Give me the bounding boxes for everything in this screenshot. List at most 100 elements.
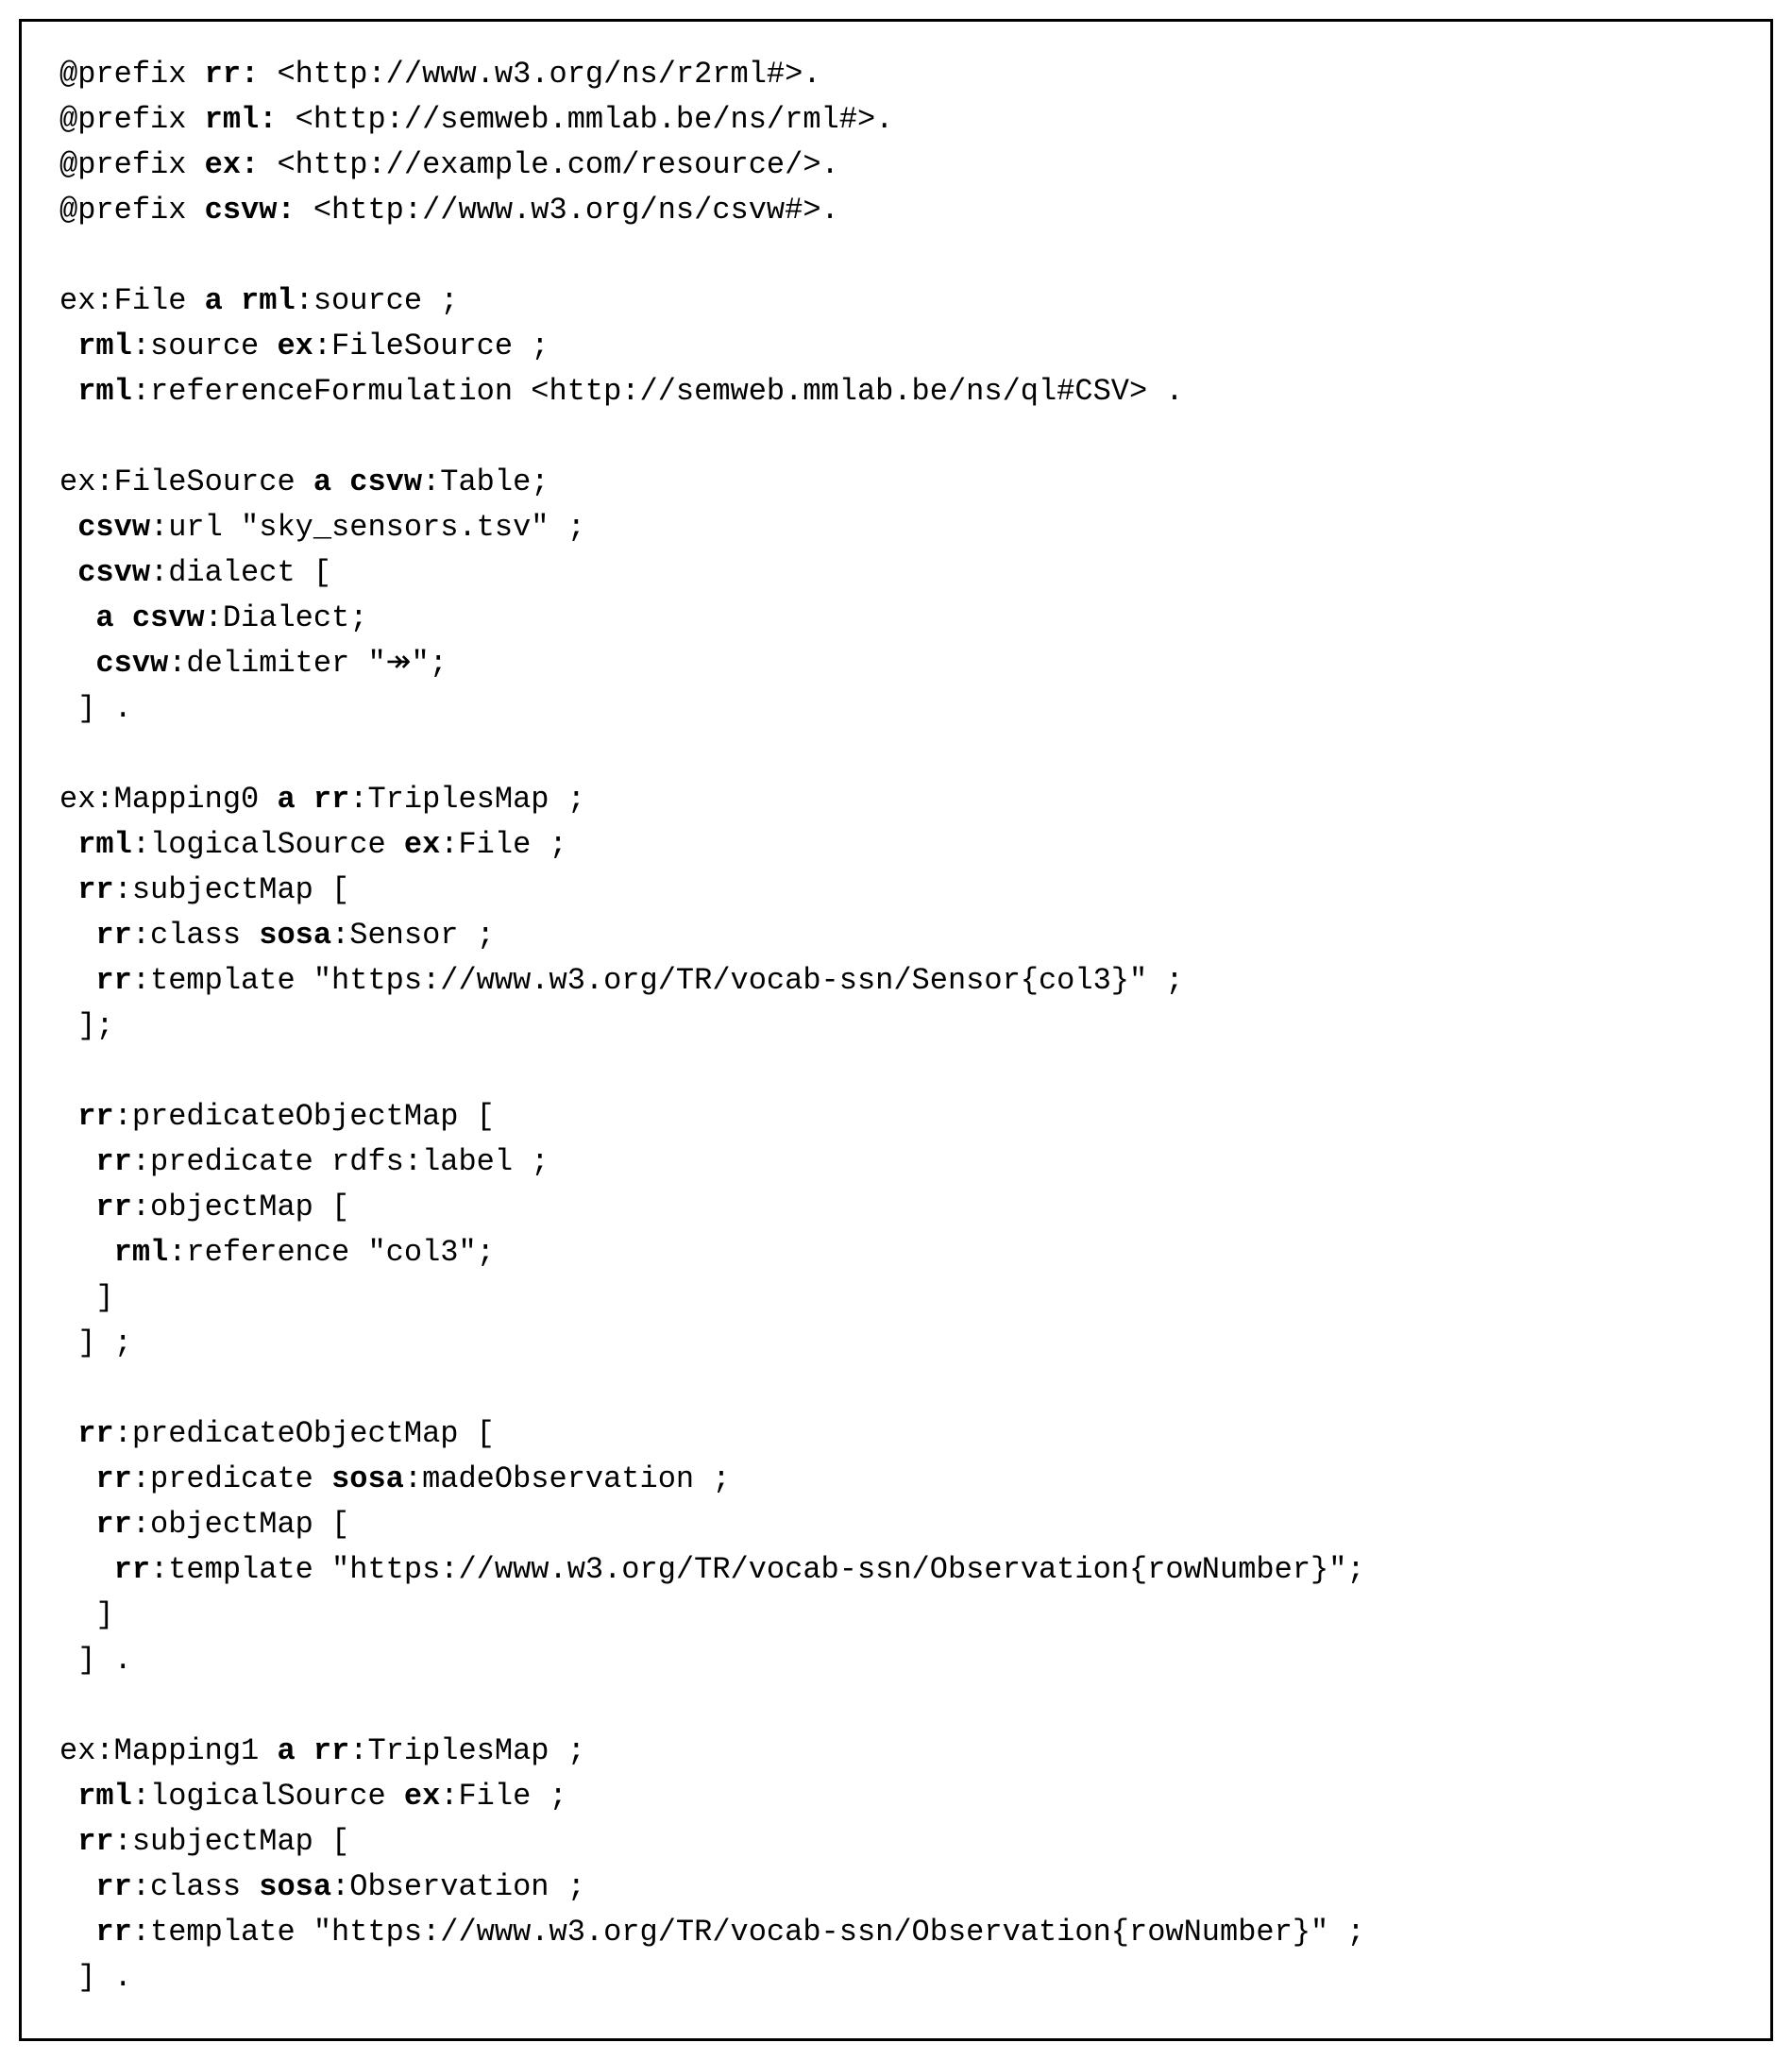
code-kw: rml [241,283,296,318]
code-text: <http://www.w3.org/ns/csvw#>. [296,193,839,228]
prefix-kw: ex: [205,147,260,182]
code-kw: rr [95,1507,131,1542]
code-kw: csvw [77,555,150,590]
code-kw: rr [313,1733,349,1768]
code-text: :predicateObjectMap [ [114,1416,495,1451]
code-text: :url "sky_sensors.tsv" ; [150,510,585,545]
code-line: ] [59,1280,114,1315]
code-text [59,374,77,409]
code-line: rml:logicalSource ex:File ; [59,1779,567,1814]
code-kw: csvw [95,646,168,681]
code-text: :objectMap [ [132,1507,349,1542]
code-text: :subjectMap [ [114,872,350,907]
code-text [59,1235,114,1270]
code-text [59,872,77,907]
code-kw: rr [95,963,131,998]
code-line: ] . [59,1643,132,1678]
code-text: :template "https://www.w3.org/TR/vocab-s… [150,1552,1365,1587]
code-kw: rml [77,329,132,363]
code-kw: a [313,464,331,499]
code-kw: rr [95,1461,131,1496]
code-kw: rml [77,827,132,862]
code-text: ex:File [59,283,205,318]
code-text [59,827,77,862]
code-kw: ex [404,827,440,862]
code-line: ] . [59,1960,132,1995]
code-text: :subjectMap [ [114,1824,350,1859]
prefix-kw: rr: [205,57,260,92]
code-text: <http://example.com/resource/>. [259,147,839,182]
code-text: :Table; [422,464,549,499]
code-line: @prefix ex: <http://example.com/resource… [59,147,839,182]
code-kw: rr [77,1099,113,1134]
code-text: :predicate rdfs:label ; [132,1144,549,1179]
code-text: :TriplesMap ; [349,782,585,817]
code-text [59,1869,95,1904]
code-kw: a [205,283,223,318]
code-text [59,1779,77,1814]
code-line: rr:subjectMap [ [59,872,349,907]
code-text: :objectMap [ [132,1190,349,1224]
code-text: :FileSource ; [313,329,549,363]
code-line: ]; [59,1008,114,1043]
prefix-lead: @prefix [59,193,205,228]
code-line: rr:predicateObjectMap [ [59,1416,495,1451]
code-text: :Sensor ; [331,918,495,953]
code-text: :File ; [440,827,566,862]
code-text [59,646,95,681]
code-text [59,918,95,953]
prefix-lead: @prefix [59,147,205,182]
code-line: ] . [59,691,132,726]
code-line: rr:subjectMap [ [59,1824,349,1859]
code-kw: a [277,1733,295,1768]
code-line: rml:source ex:FileSource ; [59,329,549,363]
code-kw: rml [77,374,132,409]
code-text: :predicateObjectMap [ [114,1099,495,1134]
code-kw: rr [77,872,113,907]
code-kw: ex [277,329,313,363]
code-line: rr:class sosa:Sensor ; [59,918,495,953]
code-text: :Dialect; [205,600,368,635]
code-kw: rr [95,1144,131,1179]
code-text: :Observation ; [331,1869,585,1904]
code-line: ] [59,1597,114,1632]
code-line: rml:logicalSource ex:File ; [59,827,567,862]
code-text: :source ; [296,283,459,318]
code-kw: rr [313,782,349,817]
code-line: csvw:delimiter "↠"; [59,646,448,681]
code-kw: rr [77,1824,113,1859]
code-text: :source [132,329,278,363]
code-line: ex:File a rml:source ; [59,283,458,318]
code-text: ex:Mapping0 [59,782,277,817]
code-line: ex:FileSource a csvw:Table; [59,464,549,499]
code-line: ex:Mapping0 a rr:TriplesMap ; [59,782,585,817]
code-line: ] ; [59,1325,132,1360]
code-text [59,1552,114,1587]
code-line: rr:predicate rdfs:label ; [59,1144,549,1179]
code-listing: @prefix rr: <http://www.w3.org/ns/r2rml#… [19,19,1773,2041]
code-text: :predicate [132,1461,331,1496]
code-text: :madeObservation ; [404,1461,731,1496]
code-line: ex:Mapping1 a rr:TriplesMap ; [59,1733,585,1768]
code-kw: rr [95,918,131,953]
code-text [59,329,77,363]
code-kw: rr [95,1915,131,1950]
code-line: rr:class sosa:Observation ; [59,1869,585,1904]
prefix-kw: rml: [205,102,278,137]
code-kw: rr [95,1190,131,1224]
code-text: :class [132,1869,259,1904]
code-line: rr:objectMap [ [59,1190,349,1224]
code-kw: rml [114,1235,169,1270]
code-line: csvw:url "sky_sensors.tsv" ; [59,510,585,545]
code-kw: sosa [259,918,331,953]
code-line: rr:predicateObjectMap [ [59,1099,495,1134]
code-text: :delimiter "↠"; [168,646,448,681]
code-kw: a [95,600,113,635]
code-text: :dialect [ [150,555,331,590]
code-text [59,510,77,545]
code-kw: ex [404,1779,440,1814]
code-kw: sosa [331,1461,404,1496]
code-text: :reference "col3"; [168,1235,495,1270]
code-line: rr:predicate sosa:madeObservation ; [59,1461,731,1496]
code-kw: rr [95,1869,131,1904]
